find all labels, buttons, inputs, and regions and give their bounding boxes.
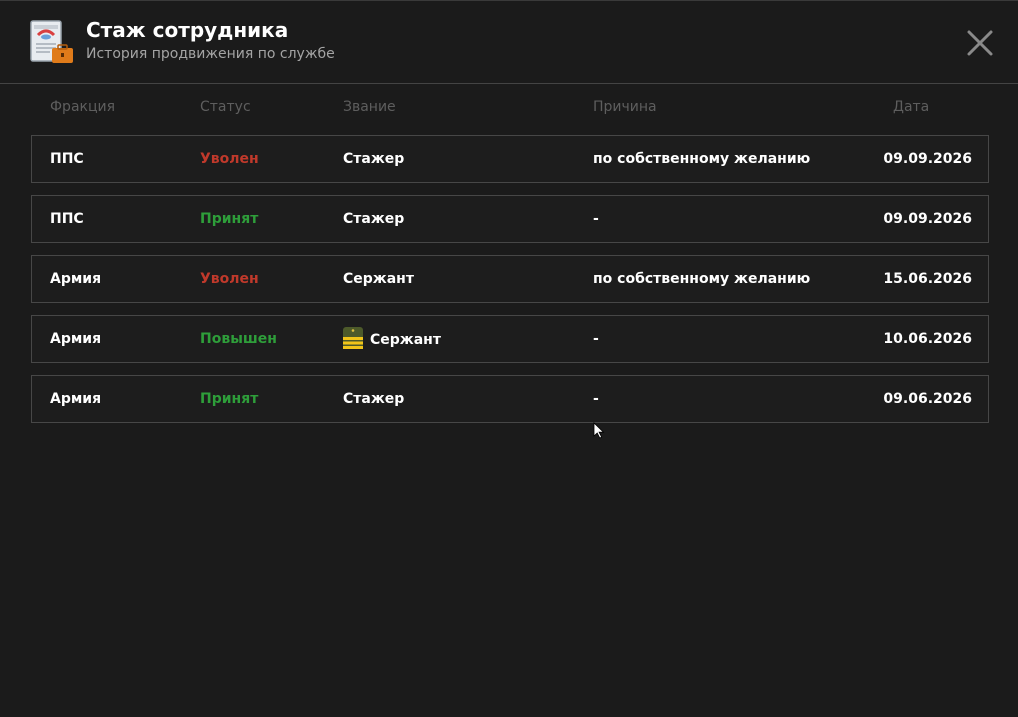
status-cell: Уволен [200,271,259,287]
table-row: Армия Принят Стажер - 09.06.2026 [31,375,989,423]
faction-cell: Армия [50,271,102,287]
faction-cell: ППС [50,151,84,167]
date-cell: 09.09.2026 [883,211,972,227]
date-cell: 09.09.2026 [883,151,972,167]
reason-cell: по собственному желанию [593,271,811,287]
window-header: Стаж сотрудника История продвижения по с… [0,1,1018,84]
rank-cell-with-insignia: Сержант [343,327,441,349]
mouse-cursor-icon [593,422,605,439]
column-header-faction: Фракция [50,99,116,115]
record-list: ППС Уволен Стажер по собственному желани… [31,135,989,435]
rank-cell: Сержант [343,271,414,287]
column-header-reason: Причина [593,99,657,115]
column-header-date: Дата [893,99,930,115]
rank-cell: Стажер [343,211,405,227]
date-cell: 09.06.2026 [883,391,972,407]
table-row: Армия Повышен Сержант - 10.06.2026 [31,315,989,363]
status-cell: Повышен [200,331,277,347]
rank-cell: Стажер [343,391,405,407]
date-cell: 15.06.2026 [883,271,972,287]
table-row: ППС Уволен Стажер по собственному желани… [31,135,989,183]
close-icon[interactable] [966,29,994,57]
status-cell: Принят [200,391,259,407]
column-header-status: Статус [200,99,251,115]
faction-cell: Армия [50,391,102,407]
reason-cell: по собственному желанию [593,151,811,167]
table-row: ППС Принят Стажер - 09.09.2026 [31,195,989,243]
rank-cell: Сержант [370,332,441,348]
reason-cell: - [593,331,599,347]
certificate-briefcase-icon [30,20,73,63]
table-header: Фракция Статус Звание Причина Дата [0,99,1018,119]
reason-cell: - [593,211,599,227]
table-row: Армия Уволен Сержант по собственному жел… [31,255,989,303]
faction-cell: Армия [50,331,102,347]
window-subtitle: История продвижения по службе [86,46,335,62]
service-record-window: Стаж сотрудника История продвижения по с… [0,0,1018,717]
faction-cell: ППС [50,211,84,227]
date-cell: 10.06.2026 [883,331,972,347]
sergeant-insignia-icon [343,327,363,349]
column-header-rank: Звание [343,99,396,115]
window-title: Стаж сотрудника [86,18,289,42]
rank-cell: Стажер [343,151,405,167]
reason-cell: - [593,391,599,407]
status-cell: Уволен [200,151,259,167]
status-cell: Принят [200,211,259,227]
